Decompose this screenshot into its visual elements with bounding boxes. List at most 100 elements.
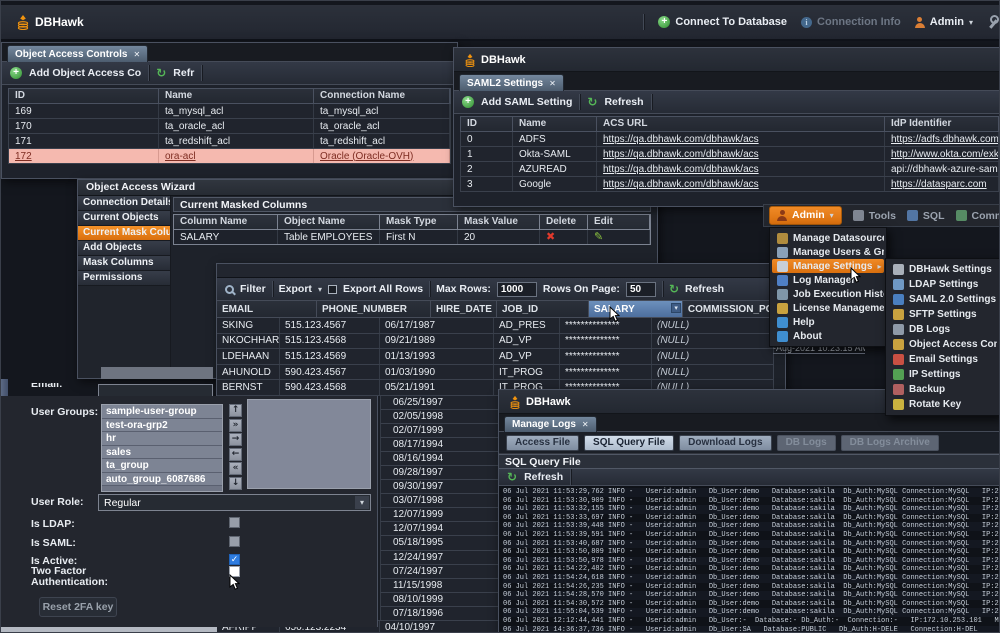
menu-item[interactable]: About [772,329,884,343]
list-item[interactable]: ta_group [102,459,222,473]
cell-acs-url-link[interactable]: https://qa.dbhawk.com/dbhawk/acs [597,162,885,176]
menu-item[interactable]: Log Manager [772,273,884,287]
cell-idp-identifier[interactable]: https://datasparc.com [885,177,999,191]
rows-on-page-input[interactable] [626,282,656,297]
delete-icon[interactable] [546,232,555,242]
max-rows-input[interactable] [497,282,537,297]
refresh-button[interactable]: Refresh [604,96,643,108]
filter-button[interactable]: Filter [240,283,266,295]
column-header-id[interactable]: ID [461,117,513,131]
table-row[interactable]: 170 ta_oracle_acl ta_oracle_acl [8,119,451,134]
cell-acs-url-link[interactable]: https://qa.dbhawk.com/dbhawk/acs [597,132,885,146]
submenu-item[interactable]: Rotate Key [888,397,997,412]
connect-to-database-button[interactable]: Connect To Database [658,16,787,28]
user-groups-listbox[interactable]: sample-user-group test-ora-grp2 hr sales… [101,404,223,492]
refresh-button[interactable]: Refr [173,67,194,79]
is-saml-checkbox[interactable] [229,536,240,547]
transfer-arrow-button[interactable]: ↓ [229,477,242,490]
tab-manage-logs[interactable]: Manage Logs [504,416,597,432]
column-header-acs-url[interactable]: ACS URL [597,117,885,131]
tab-object-access-controls[interactable]: Object Access Controls [7,45,148,62]
submenu-item[interactable]: IP Settings [888,367,997,382]
is-ldap-checkbox[interactable] [229,517,240,528]
wizard-step[interactable]: Current Objects [78,211,170,226]
is-active-checkbox[interactable] [229,554,240,565]
two-factor-checkbox[interactable] [229,566,240,577]
grid-column-header[interactable]: HIRE_DATE [431,301,497,317]
wizard-step[interactable]: Connection Details [78,196,170,211]
table-row[interactable]: 2 AZUREAD https://qa.dbhawk.com/dbhawk/a… [460,162,1000,177]
column-header-idp-identifier[interactable]: IdP Identifier [885,117,999,131]
table-row[interactable]: 172 ora-acl Oracle (Oracle-OVH) [8,149,451,164]
add-saml-setting-button[interactable]: Add SAML Setting [481,96,572,108]
wizard-step[interactable]: Mask Columns [78,256,170,271]
grid-row[interactable]: SKING 515.123.4567 06/17/1987 AD_PRES **… [217,318,785,334]
wizard-step[interactable]: Permissions [78,271,170,286]
reset-2fa-key-button[interactable]: Reset 2FA key [39,597,117,617]
cell-acs-url-link[interactable]: https://qa.dbhawk.com/dbhawk/acs [597,147,885,161]
menubar-item[interactable]: Tools [853,210,896,222]
wizard-step[interactable]: Current Mask Columns [78,226,170,241]
user-role-select[interactable]: Regular [98,494,371,511]
close-icon[interactable] [133,50,140,59]
admin-menu-button[interactable]: Admin [769,206,842,225]
menubar-item[interactable]: Commit [956,210,1000,222]
transfer-arrow-button[interactable]: « [229,462,242,475]
log-type-button[interactable]: DB Logs [777,435,836,451]
submenu-item[interactable]: Email Settings [888,352,997,367]
list-item[interactable]: sales [102,446,222,460]
grid-column-header[interactable]: EMAIL [217,301,317,317]
export-all-rows-checkbox[interactable] [328,285,337,294]
transfer-arrow-button[interactable]: → [229,433,242,446]
menu-item[interactable]: Manage Users & Groups [772,245,884,259]
assigned-groups-listbox[interactable] [247,399,371,489]
refresh-button[interactable]: Refresh [685,283,724,295]
submenu-item[interactable]: SAML 2.0 Settings [888,292,997,307]
submenu-item[interactable]: Object Access Controls [888,337,997,352]
menu-item[interactable]: Job Execution History [772,287,884,301]
log-type-button[interactable]: Access File [506,435,579,451]
grid-row[interactable]: AHUNOLD 590.423.4567 01/03/1990 IT_PROG … [217,365,785,381]
list-item[interactable]: auto_group_6087686 [102,473,222,487]
submenu-item[interactable]: Backup [888,382,997,397]
column-header-name[interactable]: Name [159,89,314,103]
column-header-connection-name[interactable]: Connection Name [314,89,450,103]
connection-info-button[interactable]: Connection Info [801,16,901,28]
list-item[interactable]: hr [102,432,222,446]
wizard-step[interactable]: Add Objects [78,241,170,256]
submenu-item[interactable]: LDAP Settings [888,277,997,292]
table-row[interactable]: 0 ADFS https://qa.dbhawk.com/dbhawk/acs … [460,132,1000,147]
close-icon[interactable] [549,79,556,88]
list-item[interactable]: test-ora-grp2 [102,419,222,433]
grid-row[interactable]: NKOCHHAR 515.123.4568 09/21/1989 AD_VP *… [217,334,785,350]
menu-item[interactable]: Help [772,315,884,329]
cell-idp-identifier[interactable]: api://dbhawk-azure-saml [885,162,999,176]
menu-item[interactable]: Manage Datasources [772,231,884,245]
table-row[interactable]: 171 ta_redshift_acl ta_redshift_acl [8,134,451,149]
column-dropdown-icon[interactable] [671,303,681,313]
tab-saml2-settings[interactable]: SAML2 Settings [459,74,564,91]
log-type-button[interactable]: DB Logs Archive [841,435,939,451]
menu-item[interactable]: License Management [772,301,884,315]
grid-column-header[interactable]: PHONE_NUMBER [317,301,431,317]
log-type-button[interactable]: SQL Query File [584,435,674,451]
column-header-name[interactable]: Name [513,117,597,131]
admin-user-menu-button[interactable]: Admin [915,16,973,28]
menubar-item[interactable]: SQL [907,210,945,222]
list-item[interactable]: sample-user-group [102,405,222,419]
table-row[interactable]: 1 Okta-SAML https://qa.dbhawk.com/dbhawk… [460,147,1000,162]
refresh-button[interactable]: Refresh [524,471,563,483]
transfer-arrow-button[interactable]: ← [229,448,242,461]
grid-column-header[interactable]: JOB_ID [497,301,589,317]
column-header-id[interactable]: ID [9,89,159,103]
menu-item[interactable]: Manage Settings [772,259,884,273]
transfer-arrow-button[interactable]: » [229,419,242,432]
grid-column-header[interactable]: SALARY [589,301,683,317]
add-object-access-button[interactable]: Add Object Access Co [29,67,141,79]
close-icon[interactable] [582,420,589,429]
chevron-down-icon[interactable] [318,285,322,294]
cell-idp-identifier[interactable]: https://adfs.dbhawk.com/adfs/s [885,132,999,146]
grid-row[interactable]: LDEHAAN 515.123.4569 01/13/1993 AD_VP **… [217,349,785,365]
submenu-item[interactable]: DBHawk Settings [888,262,997,277]
log-type-button[interactable]: Download Logs [679,435,771,451]
